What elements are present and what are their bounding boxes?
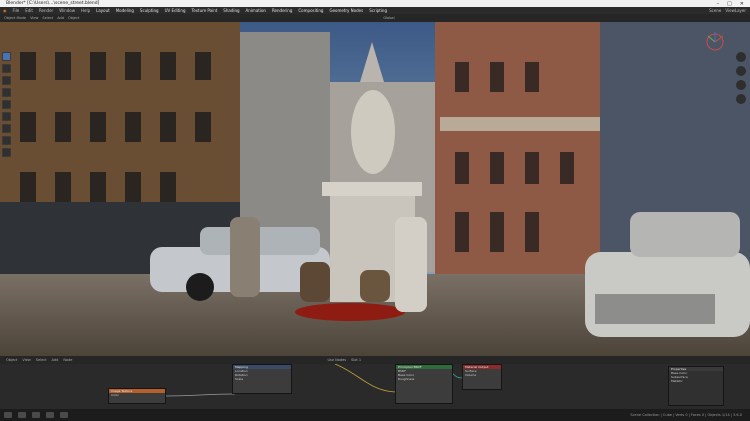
use-nodes-toggle[interactable]: Use Nodes — [327, 358, 346, 362]
tab-texture-paint[interactable]: Texture Paint — [191, 8, 217, 13]
rendered-scene — [0, 22, 750, 356]
pan-hand-icon[interactable] — [736, 66, 746, 76]
windows-start-icon[interactable] — [4, 412, 12, 418]
viewport-menu-object[interactable]: Object — [68, 16, 79, 20]
rotate-tool-icon[interactable] — [2, 88, 11, 97]
viewport-menu-view[interactable]: View — [30, 16, 38, 20]
tab-layout[interactable]: Layout — [96, 8, 110, 13]
grid-icon[interactable] — [736, 94, 746, 104]
tab-rendering[interactable]: Rendering — [272, 8, 292, 13]
title-bar: Blender* [C:\Users\...\scene_street.blen… — [0, 0, 750, 7]
menu-bar: ◉ File Edit Render Window Help Layout Mo… — [0, 7, 750, 14]
annotate-tool-icon[interactable] — [2, 124, 11, 133]
tab-sculpting[interactable]: Sculpting — [140, 8, 159, 13]
menu-item-edit[interactable]: Edit — [25, 8, 33, 13]
close-icon[interactable]: ✕ — [740, 1, 744, 7]
blender-logo-icon[interactable]: ◉ — [3, 8, 7, 13]
node-menu-view[interactable]: View — [22, 358, 30, 362]
node-mapping[interactable]: Mapping Location Rotation Scale — [232, 364, 292, 394]
tab-scripting[interactable]: Scripting — [369, 8, 387, 13]
status-text: Scene Collection | Cube | Verts 0 | Face… — [630, 413, 742, 417]
maximize-icon[interactable]: □ — [727, 1, 732, 7]
scale-tool-icon[interactable] — [2, 100, 11, 109]
viewport-menu-select[interactable]: Select — [42, 16, 53, 20]
tool-shelf — [2, 52, 12, 172]
move-tool-icon[interactable] — [2, 76, 11, 85]
scene-selector[interactable]: Scene — [709, 8, 721, 13]
panel-row[interactable]: Metallic — [669, 379, 723, 383]
node-material-output[interactable]: Material Output Surface Volume — [462, 364, 502, 390]
menu-item-help[interactable]: Help — [81, 8, 90, 13]
viewport-menu-add[interactable]: Add — [57, 16, 64, 20]
transform-orientation[interactable]: Global — [383, 16, 394, 20]
properties-panel[interactable]: Properties Base Color Subsurface Metalli… — [668, 366, 724, 406]
node-menu-add[interactable]: Add — [52, 358, 59, 362]
tab-animation[interactable]: Animation — [246, 8, 266, 13]
node-socket[interactable]: Scale — [233, 377, 291, 381]
taskbar-app-icon[interactable] — [18, 412, 26, 418]
tab-shading[interactable]: Shading — [223, 8, 239, 13]
tab-modeling[interactable]: Modeling — [116, 8, 134, 13]
viewport-header: Object Mode View Select Add Object Globa… — [0, 14, 750, 22]
menu-item-file[interactable]: File — [13, 8, 20, 13]
add-cube-tool-icon[interactable] — [2, 148, 11, 157]
menu-item-window[interactable]: Window — [59, 8, 75, 13]
view-layer-selector[interactable]: ViewLayer — [725, 8, 746, 13]
window-title: Blender* [C:\Users\...\scene_street.blen… — [6, 1, 100, 6]
camera-view-icon[interactable] — [736, 80, 746, 90]
menu-item-render[interactable]: Render — [39, 8, 53, 13]
navigation-gizmos — [736, 52, 748, 104]
shader-node-editor[interactable]: Image Texture Color Mapping Location Rot… — [0, 364, 750, 409]
tab-geometry-nodes[interactable]: Geometry Nodes — [329, 8, 363, 13]
transform-tool-icon[interactable] — [2, 112, 11, 121]
zoom-icon[interactable] — [736, 52, 746, 62]
node-principled-bsdf[interactable]: Principled BSDF BSDF Base Color Roughnes… — [395, 364, 453, 404]
node-menu-select[interactable]: Select — [36, 358, 47, 362]
tab-compositing[interactable]: Compositing — [298, 8, 323, 13]
measure-tool-icon[interactable] — [2, 136, 11, 145]
taskbar-app-icon[interactable] — [60, 412, 68, 418]
node-editor-header: Object View Select Add Node Use Nodes Sl… — [0, 356, 750, 364]
taskbar-app-icon[interactable] — [32, 412, 40, 418]
cursor-tool-icon[interactable] — [2, 64, 11, 73]
select-box-tool-icon[interactable] — [2, 52, 11, 61]
status-bar: Scene Collection | Cube | Verts 0 | Face… — [0, 409, 750, 421]
taskbar-app-icon[interactable] — [46, 412, 54, 418]
node-socket[interactable]: Volume — [463, 373, 501, 377]
material-slot[interactable]: Slot 1 — [351, 358, 361, 362]
node-menu-node[interactable]: Node — [63, 358, 72, 362]
node-socket[interactable]: Color — [109, 393, 165, 397]
mode-dropdown[interactable]: Object Mode — [4, 16, 26, 20]
node-image-texture[interactable]: Image Texture Color — [108, 388, 166, 404]
node-menu-object[interactable]: Object — [6, 358, 17, 362]
3d-viewport[interactable] — [0, 22, 750, 356]
tab-uv-editing[interactable]: UV Editing — [165, 8, 186, 13]
minimize-icon[interactable]: – — [717, 1, 720, 7]
node-socket[interactable]: Roughness — [396, 377, 452, 381]
